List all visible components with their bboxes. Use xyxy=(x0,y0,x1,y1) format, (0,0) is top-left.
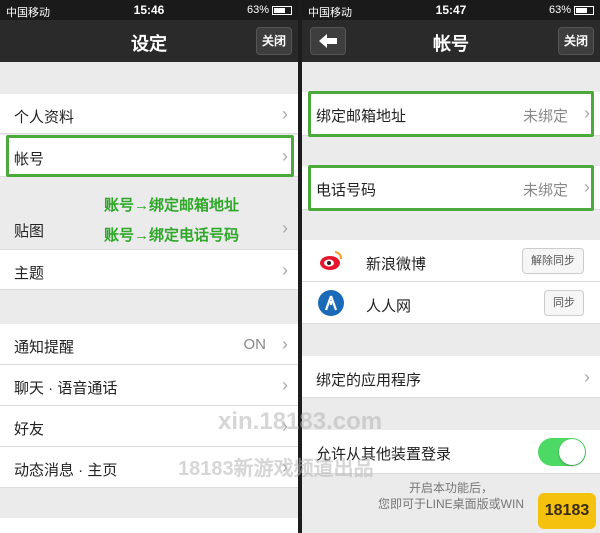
settings-item-label: 聊天 · 语音通话 xyxy=(14,380,118,397)
chevron-right-icon: › xyxy=(282,334,288,354)
bound-apps-label: 绑定的应用程序 xyxy=(316,372,422,389)
renren-label: 人人网 xyxy=(366,298,412,315)
settings-item-chat[interactable]: 聊天 · 语音通话 › xyxy=(0,365,298,406)
nav-bar: 帐号 关闭 xyxy=(302,20,600,62)
allow-other-device-row: 允许从其他装置登录 xyxy=(302,430,600,474)
chevron-right-icon: › xyxy=(282,218,288,238)
settings-screen: 中国移动 15:46 63% 设定 关闭 个人资料 › 帐号 › 账号→绑定邮箱… xyxy=(0,0,298,533)
battery-percent: 63% xyxy=(246,4,269,16)
page-title: 设定 xyxy=(131,34,167,54)
close-button[interactable]: 关闭 xyxy=(558,27,594,55)
settings-item-stickers[interactable]: 贴图 › xyxy=(0,208,298,250)
chevron-right-icon: › xyxy=(282,104,288,124)
chevron-right-icon: › xyxy=(282,416,288,436)
status-bar: 中国移动 15:46 63% xyxy=(0,0,298,20)
settings-item-profile[interactable]: 个人资料 › xyxy=(0,94,298,134)
battery-indicator: 63% xyxy=(247,4,292,16)
renren-sync-button[interactable]: 同步 xyxy=(544,290,584,316)
status-bar: 中国移动 15:47 63% xyxy=(302,0,600,20)
renren-icon xyxy=(318,290,344,316)
weibo-row: 新浪微博 解除同步 xyxy=(302,240,600,282)
settings-item-themes[interactable]: 主题 › xyxy=(0,250,298,290)
site-logo: 18183 xyxy=(538,493,596,529)
chevron-right-icon: › xyxy=(282,260,288,280)
settings-item-label: 贴图 xyxy=(14,223,45,240)
close-button[interactable]: 关闭 xyxy=(256,27,292,55)
settings-item-label: 好友 xyxy=(14,421,45,438)
settings-item-friends[interactable]: 好友 › xyxy=(0,406,298,447)
settings-item-label: 动态消息 · 主页 xyxy=(14,462,118,479)
highlight-box xyxy=(308,91,594,137)
highlight-box xyxy=(308,165,594,211)
bound-apps-row[interactable]: 绑定的应用程序 › xyxy=(302,356,600,398)
weibo-unsync-button[interactable]: 解除同步 xyxy=(522,248,584,274)
chevron-right-icon: › xyxy=(282,375,288,395)
weibo-icon xyxy=(318,248,344,274)
battery-icon xyxy=(574,5,594,15)
nav-bar: 设定 关闭 xyxy=(0,20,298,62)
settings-item-label: 个人资料 xyxy=(14,109,75,126)
notifications-value: ON xyxy=(243,336,267,353)
toggle-knob xyxy=(559,439,585,465)
allow-other-device-toggle[interactable] xyxy=(538,438,586,466)
settings-item-notifications[interactable]: 通知提醒 ON › xyxy=(0,324,298,365)
allow-other-device-label: 允许从其他装置登录 xyxy=(316,446,452,463)
account-screen: 中国移动 15:47 63% 帐号 关闭 绑定邮箱地址 未绑定 › 电话号码 未… xyxy=(302,0,600,533)
settings-item-label: 通知提醒 xyxy=(14,339,75,356)
settings-item-label: 主题 xyxy=(14,265,45,282)
renren-row: 人人网 同步 xyxy=(302,282,600,324)
highlight-box xyxy=(6,135,294,177)
battery-icon xyxy=(272,5,292,15)
weibo-label: 新浪微博 xyxy=(366,256,427,273)
chevron-right-icon: › xyxy=(584,367,590,387)
settings-item-timeline[interactable]: 动态消息 · 主页 › xyxy=(0,447,298,488)
chevron-right-icon: › xyxy=(282,457,288,477)
settings-item-partial xyxy=(0,518,298,533)
battery-indicator: 63% xyxy=(549,4,594,16)
battery-percent: 63% xyxy=(548,4,571,16)
page-title: 帐号 xyxy=(433,34,469,54)
